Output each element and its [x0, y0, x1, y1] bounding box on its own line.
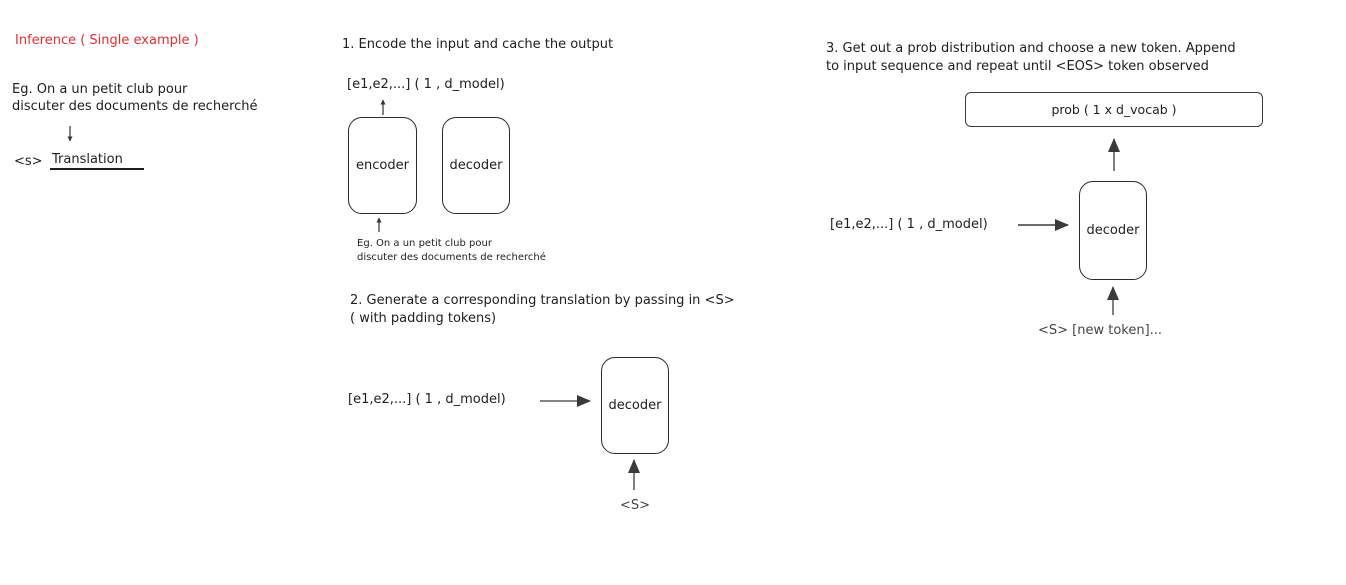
arrows-layer — [67, 99, 1120, 490]
